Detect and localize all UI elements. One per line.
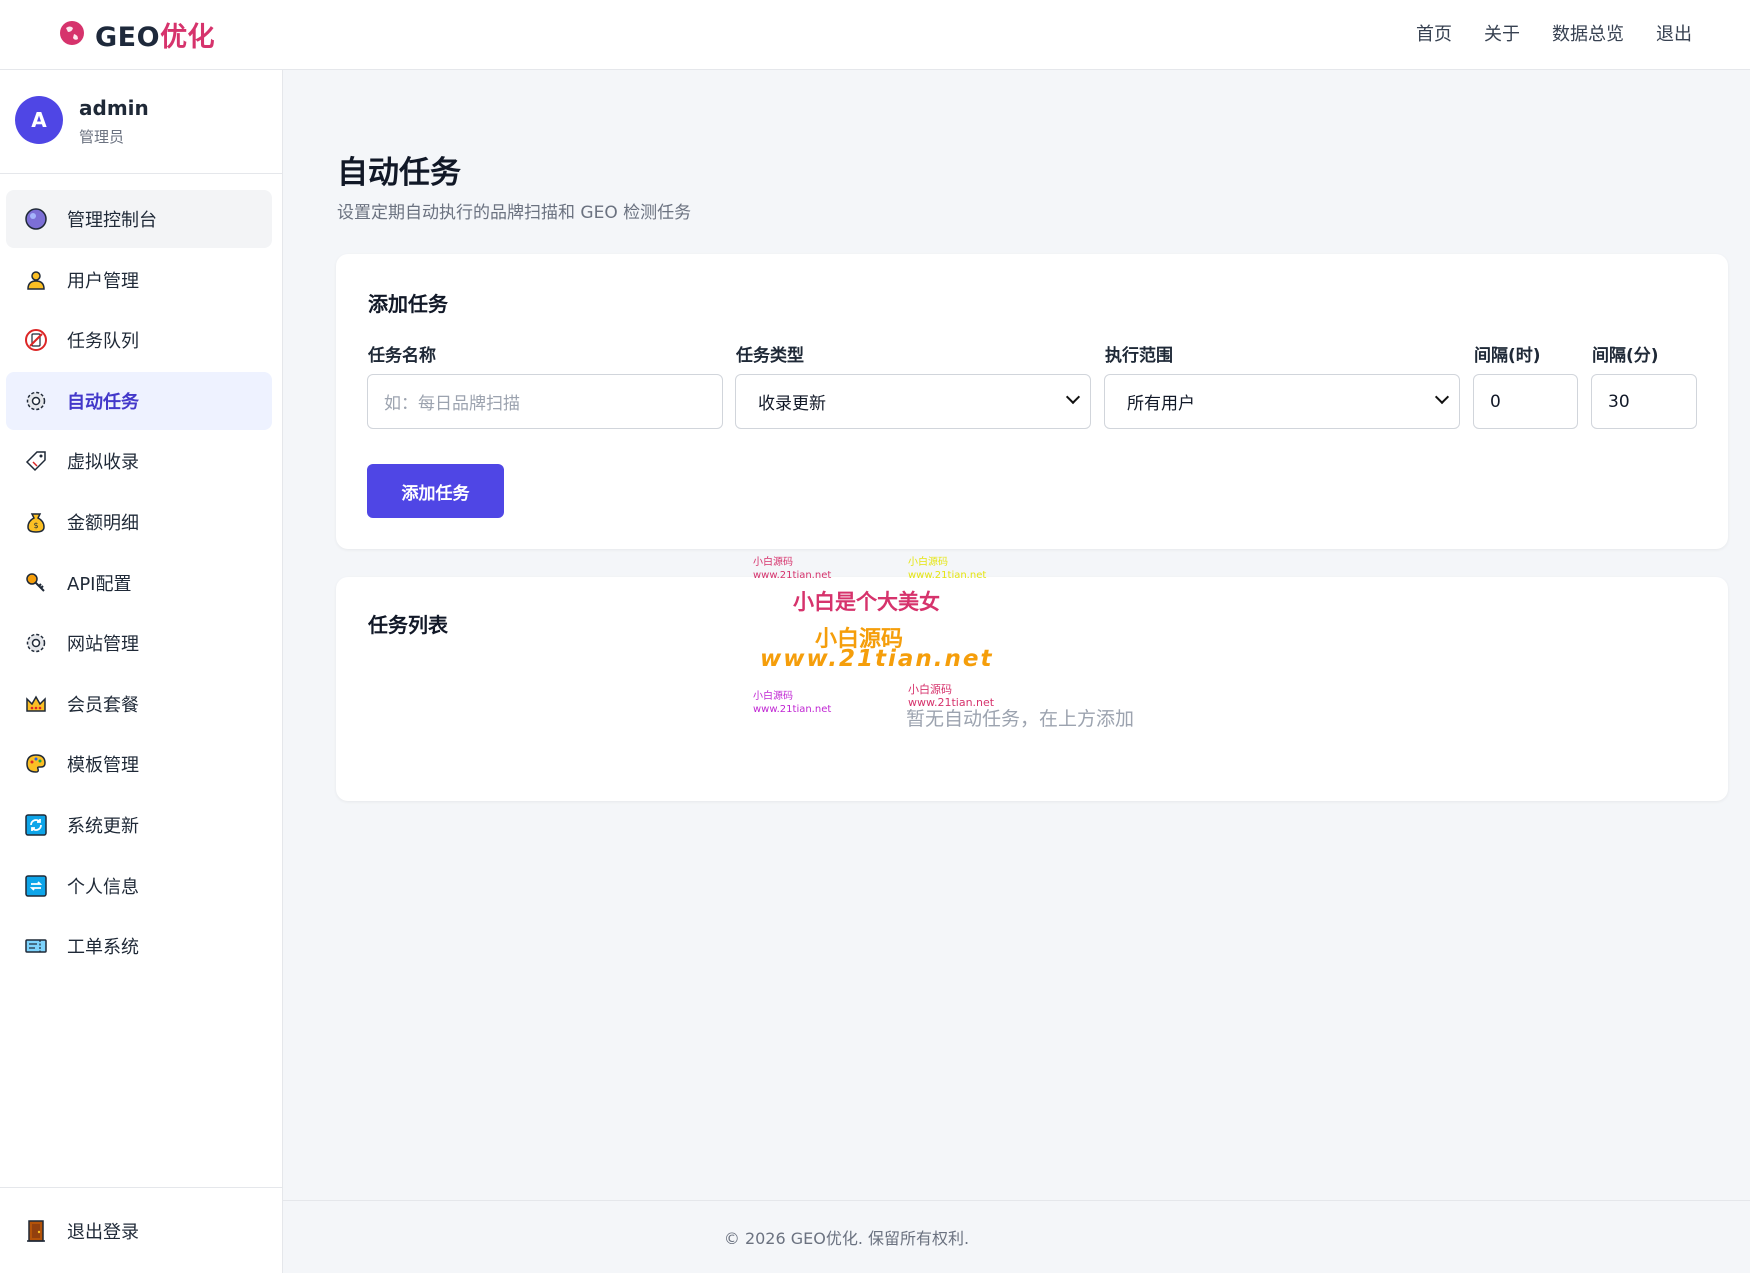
empty-state-text: 暂无自动任务，在上方添加 xyxy=(906,708,1135,730)
refresh-icon xyxy=(23,812,49,838)
key-icon xyxy=(23,570,49,596)
svg-text:$: $ xyxy=(33,521,38,530)
repeat-icon xyxy=(23,873,49,899)
page-title: 自动任务 xyxy=(337,155,461,191)
avatar[interactable]: A xyxy=(15,96,63,144)
sidebar-item-dashboard[interactable]: 管理控制台 xyxy=(6,190,272,248)
sidebar: A admin 管理员 管理控制台 用户管理 任务队列 自动任务 虚拟收录 $ … xyxy=(0,70,283,1273)
sidebar-item-virtual-index[interactable]: 虚拟收录 xyxy=(6,432,272,490)
sidebar-item-profile[interactable]: 个人信息 xyxy=(6,857,272,915)
task-list-card: 任务列表 暂无自动任务，在上方添加 xyxy=(336,577,1728,801)
sidebar-item-queue[interactable]: 任务队列 xyxy=(6,311,272,369)
task-name-input[interactable]: 如：每日品牌扫描 xyxy=(367,374,723,429)
sidebar-item-templates[interactable]: 模板管理 xyxy=(6,735,272,793)
interval-hours-label: 间隔(时) xyxy=(1474,346,1541,366)
sidebar-item-tickets[interactable]: 工单系统 xyxy=(6,917,272,975)
page-footer: © 2026 GEO优化. 保留所有权利. xyxy=(283,1200,1750,1273)
brand-name: GEO优化 xyxy=(95,21,216,53)
user-card: A admin 管理员 xyxy=(0,70,282,174)
globe-pin-icon xyxy=(60,21,84,45)
interval-minutes-label: 间隔(分) xyxy=(1592,346,1659,366)
crown-icon xyxy=(23,691,49,717)
scope-label: 执行范围 xyxy=(1105,346,1173,366)
chevron-down-icon xyxy=(1434,389,1450,405)
add-task-button[interactable]: 添加任务 xyxy=(367,464,504,518)
sidebar-item-membership[interactable]: 会员套餐 xyxy=(6,675,272,733)
queue-icon xyxy=(23,327,49,353)
interval-minutes-input[interactable]: 30 xyxy=(1591,374,1697,429)
add-task-card: 添加任务 任务名称 如：每日品牌扫描 任务类型 收录更新 执行范围 所有用户 间… xyxy=(336,254,1728,549)
dashboard-icon xyxy=(23,206,49,232)
copyright-text: © 2026 GEO优化. 保留所有权利. xyxy=(723,1229,970,1248)
sidebar-item-auto-tasks[interactable]: 自动任务 xyxy=(6,371,272,430)
sidebar-item-system-update[interactable]: 系统更新 xyxy=(6,796,272,854)
door-icon xyxy=(23,1218,49,1244)
money-bag-icon: $ xyxy=(23,509,49,535)
logout-button[interactable]: 退出登录 xyxy=(6,1202,272,1260)
sidebar-item-amount[interactable]: $ 金额明细 xyxy=(6,493,272,551)
task-type-label: 任务类型 xyxy=(736,346,804,366)
task-type-select[interactable]: 收录更新 xyxy=(735,374,1091,429)
sidebar-footer: 退出登录 xyxy=(0,1187,282,1273)
nav-logout-link[interactable]: 退出 xyxy=(1656,20,1692,46)
palette-icon xyxy=(23,751,49,777)
user-icon xyxy=(23,267,49,293)
brand-logo[interactable]: GEO优化 xyxy=(57,14,215,54)
ticket-icon xyxy=(23,933,49,959)
gear-icon xyxy=(23,630,49,656)
add-task-title: 添加任务 xyxy=(368,292,448,316)
sidebar-menu: 管理控制台 用户管理 任务队列 自动任务 虚拟收录 $ 金额明细 API配置 网… xyxy=(6,190,272,978)
top-nav: 首页 关于 数据总览 退出 xyxy=(1416,20,1692,46)
sidebar-item-api[interactable]: API配置 xyxy=(6,554,272,612)
interval-hours-input[interactable]: 0 xyxy=(1473,374,1578,429)
sidebar-item-sites[interactable]: 网站管理 xyxy=(6,614,272,672)
user-role: 管理员 xyxy=(79,128,125,146)
nav-home-link[interactable]: 首页 xyxy=(1416,20,1452,46)
gear-icon xyxy=(23,388,49,414)
scope-select[interactable]: 所有用户 xyxy=(1104,374,1460,429)
top-header: GEO优化 首页 关于 数据总览 退出 xyxy=(0,0,1750,70)
user-name: admin xyxy=(79,96,149,120)
page-subtitle: 设置定期自动执行的品牌扫描和 GEO 检测任务 xyxy=(337,203,692,223)
chevron-down-icon xyxy=(1065,389,1081,405)
nav-overview-link[interactable]: 数据总览 xyxy=(1552,20,1624,46)
sidebar-item-users[interactable]: 用户管理 xyxy=(6,251,272,309)
task-list-title: 任务列表 xyxy=(368,613,448,637)
tag-icon xyxy=(23,448,49,474)
task-name-label: 任务名称 xyxy=(368,346,436,366)
nav-about-link[interactable]: 关于 xyxy=(1484,20,1520,46)
